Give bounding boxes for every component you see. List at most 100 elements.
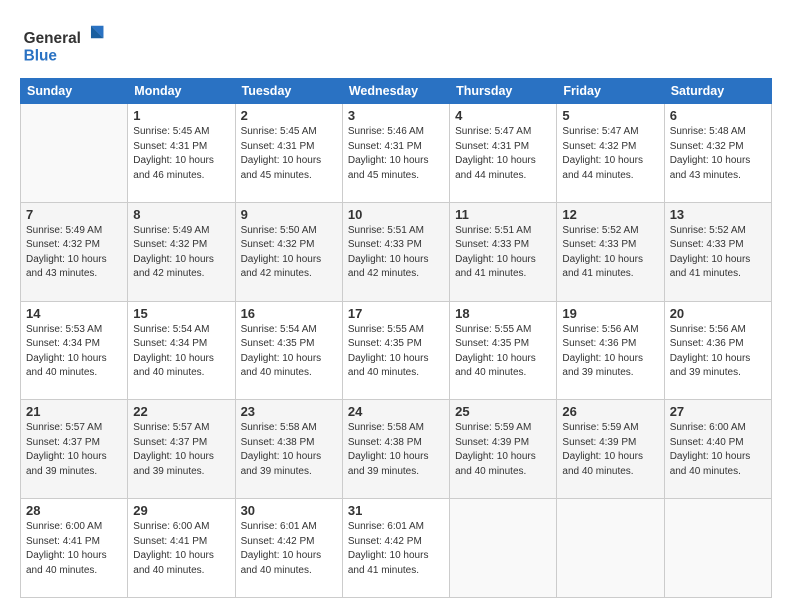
daylight-label: Daylight: 10 hours and 39 minutes.	[348, 451, 429, 477]
calendar-cell: 23Sunrise: 5:58 AMSunset: 4:38 PMDayligh…	[235, 400, 342, 499]
week-row-2: 7Sunrise: 5:49 AMSunset: 4:32 PMDaylight…	[21, 202, 772, 301]
day-info: Sunrise: 5:48 AMSunset: 4:32 PMDaylight:…	[670, 125, 766, 183]
weekday-header-friday: Friday	[557, 79, 664, 104]
day-number: 6	[670, 108, 766, 123]
sunrise-label: Sunrise: 5:52 AM	[670, 225, 746, 236]
sunset-label: Sunset: 4:35 PM	[348, 338, 422, 349]
sunset-label: Sunset: 4:31 PM	[455, 141, 529, 152]
calendar-cell: 22 Sunrise: 5:57 AM Sunset: 4:37 PM Dayligh…	[128, 400, 235, 499]
calendar-cell: 2Sunrise: 5:45 AMSunset: 4:31 PMDaylight…	[235, 104, 342, 203]
calendar-cell: 8Sunrise: 5:49 AMSunset: 4:32 PMDaylight…	[128, 202, 235, 301]
sunrise-label: Sunrise: 5:57 AM	[133, 422, 209, 433]
day-number: 10	[348, 207, 444, 222]
week-row-5: 28Sunrise: 6:00 AMSunset: 4:41 PMDayligh…	[21, 499, 772, 598]
day-info: Sunrise: 5:49 AMSunset: 4:32 PMDaylight:…	[26, 224, 122, 282]
day-number: 25	[455, 404, 551, 419]
calendar-cell: 28Sunrise: 6:00 AMSunset: 4:41 PMDayligh…	[21, 499, 128, 598]
sunset-label: Sunset: 4:38 PM	[348, 437, 422, 448]
day-info: Sunrise: 5:57 AM Sunset: 4:37 PM Daylight:…	[26, 421, 122, 479]
sunset-label: Sunset: 4:36 PM	[562, 338, 636, 349]
logo-image: General Blue	[20, 18, 110, 68]
sunrise-label: Sunrise: 5:45 AM	[241, 126, 317, 137]
sunrise-label: Sunrise: 5:57 AM	[26, 422, 102, 433]
day-info: Sunrise: 5:57 AM Sunset: 4:37 PM Daylight:…	[133, 421, 229, 479]
daylight-label: Daylight: 10 hours and 39 minutes.	[26, 451, 107, 477]
day-info: Sunrise: 5:52 AMSunset: 4:33 PMDaylight:…	[670, 224, 766, 282]
day-info: Sunrise: 6:01 AMSunset: 4:42 PMDaylight:…	[241, 520, 337, 578]
sunset-label: Sunset: 4:40 PM	[670, 437, 744, 448]
day-info: Sunrise: 5:59 AMSunset: 4:39 PMDaylight:…	[562, 421, 658, 479]
day-number: 31	[348, 503, 444, 518]
sunset-label: Sunset: 4:32 PM	[241, 239, 315, 250]
sunset-label: Sunset: 4:35 PM	[455, 338, 529, 349]
sunrise-label: Sunrise: 5:59 AM	[455, 422, 531, 433]
svg-text:General: General	[24, 30, 81, 47]
calendar-cell: 17Sunrise: 5:55 AMSunset: 4:35 PMDayligh…	[342, 301, 449, 400]
day-info: Sunrise: 5:51 AMSunset: 4:33 PMDaylight:…	[348, 224, 444, 282]
day-number: 18	[455, 306, 551, 321]
day-number: 29	[133, 503, 229, 518]
sunrise-label: Sunrise: 6:01 AM	[241, 521, 317, 532]
daylight-label: Daylight: 10 hours and 41 minutes.	[348, 550, 429, 576]
calendar-cell: 13Sunrise: 5:52 AMSunset: 4:33 PMDayligh…	[664, 202, 771, 301]
day-number: 16	[241, 306, 337, 321]
daylight-label: Daylight: 10 hours and 40 minutes.	[241, 550, 322, 576]
weekday-header-sunday: Sunday	[21, 79, 128, 104]
sunrise-label: Sunrise: 5:52 AM	[562, 225, 638, 236]
weekday-header-row: SundayMondayTuesdayWednesdayThursdayFrid…	[21, 79, 772, 104]
sunrise-label: Sunrise: 6:00 AM	[26, 521, 102, 532]
sunrise-label: Sunrise: 5:50 AM	[241, 225, 317, 236]
calendar-cell: 21Sunrise: 5:57 AMSunset: 4:37 PMDayligh…	[21, 400, 128, 499]
calendar-cell: 4Sunrise: 5:47 AMSunset: 4:31 PMDaylight…	[450, 104, 557, 203]
sunrise-label: Sunrise: 5:48 AM	[670, 126, 746, 137]
sunset-label: Sunset: 4:37 PM	[26, 437, 100, 448]
sunrise-label: Sunrise: 5:54 AM	[133, 324, 209, 335]
sunrise-label: Sunrise: 5:46 AM	[348, 126, 424, 137]
logo: General Blue	[20, 18, 110, 68]
day-number: 22	[133, 404, 229, 419]
calendar-cell: 16Sunrise: 5:54 AMSunset: 4:35 PMDayligh…	[235, 301, 342, 400]
weekday-header-tuesday: Tuesday	[235, 79, 342, 104]
calendar-cell: 31Sunrise: 6:01 AMSunset: 4:42 PMDayligh…	[342, 499, 449, 598]
calendar-cell: 10Sunrise: 5:51 AMSunset: 4:33 PMDayligh…	[342, 202, 449, 301]
sunrise-label: Sunrise: 5:58 AM	[241, 422, 317, 433]
sunset-label: Sunset: 4:33 PM	[348, 239, 422, 250]
weekday-header-monday: Monday	[128, 79, 235, 104]
daylight-label: Daylight: 10 hours and 42 minutes.	[241, 254, 322, 280]
page: General Blue SundayMondayTuesdayWednesda…	[0, 0, 792, 612]
day-number: 15	[133, 306, 229, 321]
day-number: 12	[562, 207, 658, 222]
calendar-cell: 15Sunrise: 5:54 AMSunset: 4:34 PMDayligh…	[128, 301, 235, 400]
sunset-label: Sunset: 4:33 PM	[562, 239, 636, 250]
calendar-cell: 19Sunrise: 5:56 AMSunset: 4:36 PMDayligh…	[557, 301, 664, 400]
calendar-cell	[21, 104, 128, 203]
calendar-cell	[664, 499, 771, 598]
calendar-cell: 29Sunrise: 6:00 AMSunset: 4:41 PMDayligh…	[128, 499, 235, 598]
calendar-cell	[557, 499, 664, 598]
sunrise-label: Sunrise: 6:00 AM	[670, 422, 746, 433]
calendar-cell: 6 Sunrise: 5:48 AMSunset: 4:32 PMDaylight…	[664, 104, 771, 203]
sunset-label: Sunset: 4:37 PM	[133, 437, 207, 448]
sunrise-label: Sunrise: 5:53 AM	[26, 324, 102, 335]
sunrise-label: Sunrise: 5:59 AM	[562, 422, 638, 433]
daylight-label: Daylight: 10 hours and 40 minutes.	[133, 353, 214, 379]
daylight-label: Daylight: 10 hours and 40 minutes.	[133, 550, 214, 576]
sunset-label: Sunset: 4:31 PM	[348, 141, 422, 152]
daylight-label: Daylight: 10 hours and 39 minutes.	[133, 451, 214, 477]
calendar-cell: 18Sunrise: 5:55 AMSunset: 4:35 PMDayligh…	[450, 301, 557, 400]
sunrise-label: Sunrise: 5:51 AM	[348, 225, 424, 236]
day-info: Sunrise: 5:53 AMSunset: 4:34 PMDaylight:…	[26, 323, 122, 381]
daylight-label: Daylight: 10 hours and 41 minutes.	[455, 254, 536, 280]
sunset-label: Sunset: 4:39 PM	[562, 437, 636, 448]
sunrise-label: Sunrise: 5:54 AM	[241, 324, 317, 335]
day-number: 20	[670, 306, 766, 321]
sunset-label: Sunset: 4:31 PM	[133, 141, 207, 152]
day-info: Sunrise: 5:56 AMSunset: 4:36 PMDaylight:…	[670, 323, 766, 381]
day-info: Sunrise: 5:47 AMSunset: 4:31 PMDaylight:…	[455, 125, 551, 183]
daylight-label: Daylight: 10 hours and 46 minutes.	[133, 155, 214, 181]
day-number: 19	[562, 306, 658, 321]
sunrise-label: Sunrise: 5:56 AM	[562, 324, 638, 335]
daylight-label: Daylight: 10 hours and 45 minutes.	[348, 155, 429, 181]
svg-text:Blue: Blue	[24, 47, 58, 64]
day-number: 17	[348, 306, 444, 321]
